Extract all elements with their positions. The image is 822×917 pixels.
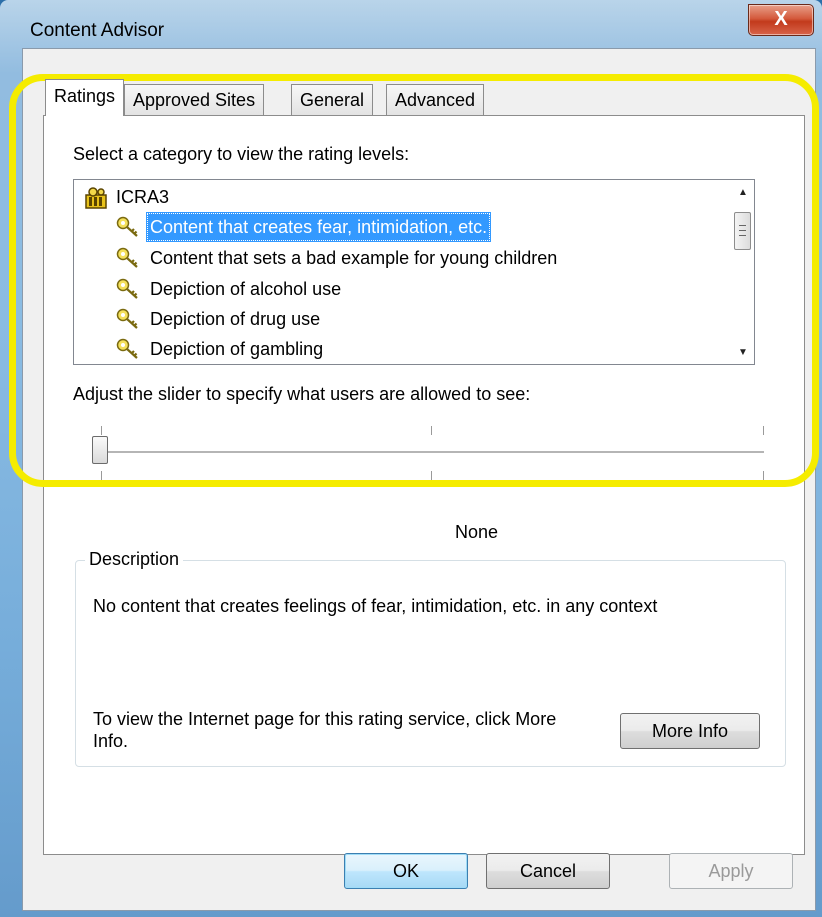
tab-label: Advanced xyxy=(395,90,476,110)
key-icon xyxy=(116,278,138,299)
dialog-client-area: Ratings Approved Sites General Advanced … xyxy=(22,48,816,911)
slider-track[interactable] xyxy=(101,451,764,454)
tree-root-label: ICRA3 xyxy=(116,187,170,207)
slider-prompt: Adjust the slider to specify what users … xyxy=(73,384,531,404)
tab-label: Ratings xyxy=(54,86,116,106)
slider-tick xyxy=(763,471,764,480)
category-prompt: Select a category to view the rating lev… xyxy=(73,144,410,164)
tree-item-label: Content that sets a bad example for youn… xyxy=(150,248,558,268)
more-info-text: To view the Internet page for this ratin… xyxy=(93,709,557,751)
ratings-service-icon xyxy=(85,187,107,209)
rating-level-label: None xyxy=(455,522,499,542)
slider-thumb[interactable] xyxy=(92,436,108,464)
window-title: Content Advisor xyxy=(30,20,165,41)
cancel-button[interactable]: Cancel xyxy=(486,853,610,889)
tab-ratings[interactable]: Ratings xyxy=(45,79,125,116)
scroll-up-icon[interactable]: ▲ xyxy=(732,182,754,204)
close-icon: X xyxy=(774,8,788,30)
apply-button[interactable]: Apply xyxy=(669,853,793,889)
key-icon xyxy=(116,247,138,268)
key-icon xyxy=(116,308,138,329)
slider-tick xyxy=(431,426,432,435)
slider-tick xyxy=(763,426,764,435)
scroll-down-icon[interactable]: ▼ xyxy=(732,342,754,364)
slider-tick xyxy=(101,426,102,435)
tab-label: General xyxy=(300,90,365,110)
slider-tick xyxy=(101,471,102,480)
ratings-tab-panel: Select a category to view the rating lev… xyxy=(43,115,805,855)
tree-scrollbar[interactable]: ▲ ▼ xyxy=(732,180,754,364)
tree-item-label: Depiction of alcohol use xyxy=(150,279,342,299)
more-info-button[interactable]: More Info xyxy=(620,713,760,749)
scrollbar-thumb[interactable] xyxy=(734,212,751,250)
tree-item-label: Content that creates fear, intimidation,… xyxy=(146,212,492,242)
close-button[interactable]: X xyxy=(748,4,814,36)
key-icon xyxy=(116,216,138,237)
cancel-label: Cancel xyxy=(519,861,577,881)
tree-item-label: Depiction of gambling xyxy=(150,339,324,359)
category-tree[interactable]: ICRA3 Content that creates fear, intimid… xyxy=(73,179,755,365)
tab-label: Approved Sites xyxy=(133,90,256,110)
description-legend: Description xyxy=(85,549,184,570)
ok-button[interactable]: OK xyxy=(344,853,468,889)
tab-approved-sites[interactable]: Approved Sites xyxy=(124,84,265,115)
key-icon xyxy=(116,338,138,359)
description-text: No content that creates feelings of fear… xyxy=(93,596,658,616)
tree-item-label: Depiction of drug use xyxy=(150,309,321,329)
more-info-label: More Info xyxy=(651,721,729,741)
slider-tick xyxy=(431,471,432,480)
tab-advanced[interactable]: Advanced xyxy=(386,84,485,115)
ok-label: OK xyxy=(392,861,419,881)
tab-general[interactable]: General xyxy=(291,84,374,115)
apply-label: Apply xyxy=(708,861,754,881)
